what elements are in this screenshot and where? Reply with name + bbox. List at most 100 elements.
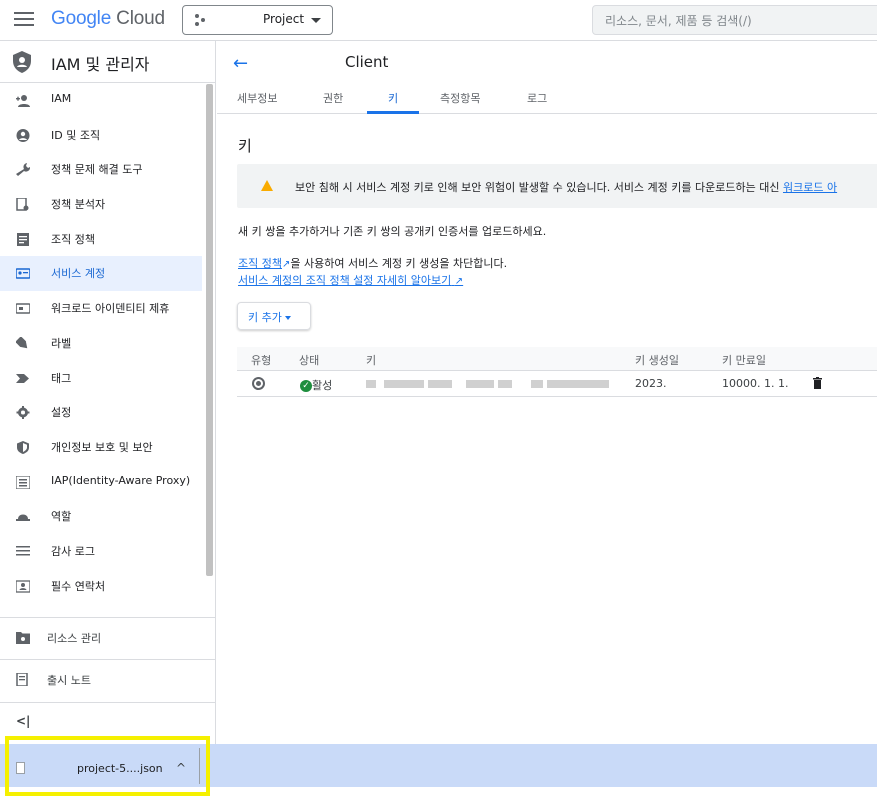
- project-selector[interactable]: Project: [182, 5, 333, 35]
- sidebar-item-13[interactable]: 감사 로그: [0, 534, 202, 569]
- intro-text: 새 키 쌍을 추가하거나 기존 키 쌍의 공개키 인증서를 업로드하세요.: [238, 225, 547, 238]
- sidebar-item-label: 서비스 계정: [51, 267, 106, 281]
- sidebar-item-label: 설정: [51, 406, 72, 420]
- list-icon: [16, 545, 30, 556]
- sidebar-item-9[interactable]: 설정: [0, 395, 202, 430]
- warning-text: 보안 침해 시 서비스 계정 키로 인해 보안 위험이 발생할 수 있습니다. …: [295, 179, 837, 195]
- notes-icon: [16, 673, 28, 686]
- tab-details[interactable]: 세부정보: [237, 90, 277, 106]
- service-account-icon: [16, 268, 30, 280]
- check-circle-icon: ✓: [300, 380, 312, 392]
- policy-description: 을 사용하여 서비스 계정 키 생성을 차단합니다.: [290, 257, 508, 270]
- warning-icon: [261, 180, 273, 191]
- key-id-redacted: [366, 378, 609, 389]
- tab-bar: 세부정보 권한 키 측정항목 로그: [217, 84, 877, 114]
- sidebar-item-label: 감사 로그: [51, 544, 95, 558]
- account-circle-icon: [16, 128, 30, 142]
- tag-icon: [16, 373, 29, 383]
- learn-more-link[interactable]: 서비스 계정의 조직 정책 설정 자세히 알아보기 ↗: [238, 272, 463, 288]
- sidebar-header: IAM 및 관리자: [0, 41, 215, 83]
- tab-logs[interactable]: 로그: [527, 90, 547, 106]
- caret-down-icon: [311, 18, 321, 23]
- learn-more-label: 서비스 계정의 조직 정책 설정 자세히 알아보기: [238, 274, 452, 287]
- sidebar-scrollbar[interactable]: [206, 84, 213, 576]
- policy-doc-icon: [16, 198, 29, 211]
- org-policy-link[interactable]: 조직 정책: [238, 257, 282, 270]
- hat-icon: [16, 514, 30, 522]
- shield-icon: [17, 440, 29, 454]
- sidebar-item-release-notes[interactable]: 출시 노트: [0, 660, 216, 700]
- search-input[interactable]: 리소스, 문서, 제품 등 검색(/): [592, 5, 877, 35]
- menu-icon[interactable]: [14, 12, 34, 28]
- col-status: 상태: [299, 354, 320, 367]
- sidebar-item-label: IAM: [51, 92, 72, 105]
- sidebar-item-11[interactable]: IAP(Identity-Aware Proxy): [0, 465, 202, 500]
- warning-banner: 보안 침해 시 서비스 계정 키로 인해 보안 위험이 발생할 수 있습니다. …: [237, 164, 877, 208]
- person-add-icon: [16, 95, 30, 107]
- sidebar-item-label: IAP(Identity-Aware Proxy): [51, 473, 191, 487]
- wrench-icon: [16, 163, 30, 177]
- table-row: ✓ 활성 2023. 10000. 1. 1.: [237, 371, 877, 397]
- expires-cell: 10000. 1. 1.: [722, 377, 789, 390]
- tab-permissions[interactable]: 권한: [323, 90, 343, 106]
- sidebar-item-label: 정책 분석자: [51, 198, 106, 212]
- col-created[interactable]: 키 생성일: [635, 352, 679, 368]
- sidebar-item-label: ID 및 조직: [51, 128, 101, 142]
- delete-icon[interactable]: [813, 377, 822, 389]
- sidebar-item-4[interactable]: 조직 정책: [0, 222, 202, 257]
- status-label: 활성: [312, 379, 333, 392]
- card-icon: [16, 303, 30, 314]
- sidebar-item-label: 역할: [51, 510, 72, 524]
- sidebar-item-label: 워크로드 아이덴티티 제휴: [51, 302, 170, 316]
- key-type-icon: [252, 377, 265, 390]
- external-link-icon: ↗: [454, 276, 464, 287]
- sidebar-item-label: 조직 정책: [51, 232, 95, 246]
- sidebar-item-8[interactable]: 태그: [0, 361, 202, 396]
- sidebar-item-7[interactable]: 라벨: [0, 326, 202, 361]
- col-type: 유형: [251, 354, 272, 367]
- label-icon: [16, 336, 28, 349]
- tab-keys[interactable]: 키: [388, 90, 398, 106]
- sidebar-item-3[interactable]: 정책 분석자: [0, 187, 202, 222]
- sidebar-item-label: 정책 문제 해결 도구: [51, 163, 143, 177]
- active-tab-indicator: [367, 111, 419, 114]
- sidebar-item-5[interactable]: 서비스 계정: [0, 256, 202, 292]
- sidebar-item-1[interactable]: ID 및 조직: [0, 118, 202, 153]
- iap-icon: [16, 475, 30, 489]
- divider: [0, 702, 216, 703]
- release-notes-label: 출시 노트: [47, 674, 91, 687]
- sidebar-item-label: 필수 연락처: [51, 579, 106, 593]
- status-cell: ✓ 활성: [300, 377, 332, 393]
- project-label: Project: [263, 12, 305, 26]
- google-cloud-logo[interactable]: Google Cloud: [51, 8, 165, 30]
- sidebar-item-2[interactable]: 정책 문제 해결 도구: [0, 152, 202, 187]
- resource-mgmt-label: 리소스 관리: [47, 632, 102, 645]
- caret-down-icon: [284, 316, 291, 320]
- page-title: Client: [345, 53, 389, 71]
- sidebar-item-resource-mgmt[interactable]: 리소스 관리: [0, 618, 216, 658]
- policy-text: 조직 정책↗을 사용하여 서비스 계정 키 생성을 차단합니다.: [238, 255, 507, 271]
- tab-metrics[interactable]: 측정항목: [440, 90, 480, 106]
- warning-message: 보안 침해 시 서비스 계정 키로 인해 보안 위험이 발생할 수 있습니다. …: [295, 181, 783, 194]
- gear-icon: [16, 406, 30, 420]
- sidebar-item-0[interactable]: IAM: [0, 83, 202, 118]
- sidebar-item-14[interactable]: 필수 연락처: [0, 569, 202, 604]
- project-icon: [195, 14, 209, 28]
- col-key: 키: [366, 354, 377, 367]
- folder-gear-icon: [16, 632, 30, 644]
- add-key-label: 키 추가: [248, 311, 282, 324]
- col-expires[interactable]: 키 만료일: [722, 352, 766, 368]
- add-key-button[interactable]: 키 추가: [237, 302, 311, 330]
- collapse-sidebar-button[interactable]: <|: [16, 714, 30, 728]
- sidebar-item-6[interactable]: 워크로드 아이덴티티 제휴: [0, 291, 202, 326]
- sidebar-item-10[interactable]: 개인정보 보호 및 보안: [0, 430, 202, 465]
- logo-google: Google: [51, 8, 112, 29]
- top-bar: Google Cloud Project 리소스, 문서, 제품 등 검색(/): [0, 0, 877, 41]
- workload-link[interactable]: 워크로드 아: [783, 181, 837, 194]
- main-content: ← Client 세부정보 권한 키 측정항목 로그 키 보안 침해 시 서비스…: [217, 41, 877, 744]
- sidebar-item-label: 개인정보 보호 및 보안: [51, 440, 153, 454]
- back-arrow-icon[interactable]: ←: [233, 53, 248, 74]
- sidebar-nav: IAM ID 및 조직정책 문제 해결 도구정책 분석자조직 정책서비스 계정워크…: [0, 83, 215, 603]
- sidebar-item-12[interactable]: 역할: [0, 499, 202, 534]
- contact-icon: [16, 579, 30, 593]
